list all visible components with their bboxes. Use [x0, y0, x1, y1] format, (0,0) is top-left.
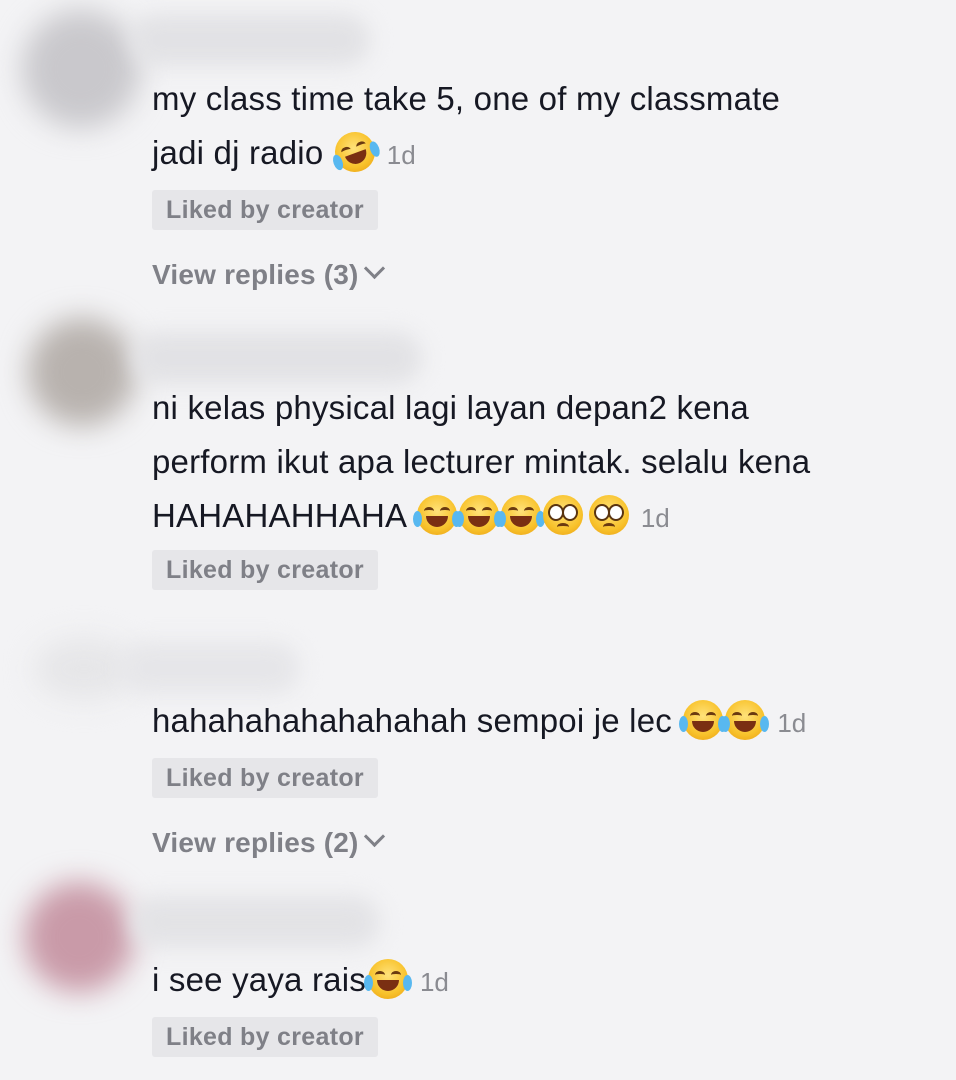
chevron-down-icon: [363, 825, 385, 848]
comment-text-line: ni kelas physical lagi layan depan2 kena: [152, 389, 749, 426]
chevron-down-icon: [363, 257, 385, 280]
username-blurred[interactable]: [120, 642, 300, 694]
tears-of-joy-emoji: [721, 700, 770, 740]
view-replies-label: View replies (2): [152, 827, 359, 858]
comment-text-line: perform ikut apa lecturer mintak. selalu…: [152, 443, 811, 480]
user-avatar[interactable]: [34, 638, 134, 700]
comment-timestamp: 1d: [777, 708, 807, 738]
user-avatar[interactable]: [22, 10, 140, 128]
liked-by-creator-badge: Liked by creator: [152, 1017, 378, 1057]
liked-by-creator-badge: Liked by creator: [152, 550, 378, 590]
comment-text: hahahahahahahahah sempoi je lec 1d: [152, 694, 932, 750]
tears-of-joy-emoji: [679, 700, 728, 740]
comment-text-line: jadi dj radio: [152, 134, 324, 171]
comment-text: i see yaya rais 1d: [152, 953, 932, 1009]
liked-by-creator-badge: Liked by creator: [152, 190, 378, 230]
liked-by-creator-badge: Liked by creator: [152, 758, 378, 798]
view-replies-button[interactable]: View replies (3): [152, 257, 385, 293]
comment-text: ni kelas physical lagi layan depan2 kena…: [152, 381, 932, 545]
tears-of-joy-emoji: [496, 495, 545, 535]
username-blurred[interactable]: [130, 14, 370, 66]
username-blurred[interactable]: [132, 332, 422, 384]
comment-timestamp: 1d: [419, 967, 449, 997]
comment-text-line: HAHAHAHHAHA: [152, 497, 406, 534]
rolling-on-floor-laughing-emoji: [329, 126, 382, 178]
tears-of-joy-emoji: [412, 495, 461, 535]
pleading-face-emoji: [542, 495, 583, 535]
comment-timestamp: 1d: [640, 503, 670, 533]
comment-text-line: i see yaya rais: [152, 961, 366, 998]
user-avatar[interactable]: [24, 882, 134, 992]
username-blurred[interactable]: [130, 896, 380, 948]
comment-text-line: my class time take 5, one of my classmat…: [152, 80, 781, 117]
view-replies-button[interactable]: View replies (2): [152, 825, 385, 861]
tears-of-joy-emoji: [363, 959, 412, 999]
user-avatar[interactable]: [28, 318, 136, 426]
view-replies-label: View replies (3): [152, 259, 359, 290]
tears-of-joy-emoji: [454, 495, 503, 535]
comment-timestamp: 1d: [386, 140, 416, 170]
pleading-face-emoji: [588, 495, 629, 535]
comment-text-line: hahahahahahahahah sempoi je lec: [152, 702, 672, 739]
comment-text: my class time take 5, one of my classmat…: [152, 72, 932, 182]
